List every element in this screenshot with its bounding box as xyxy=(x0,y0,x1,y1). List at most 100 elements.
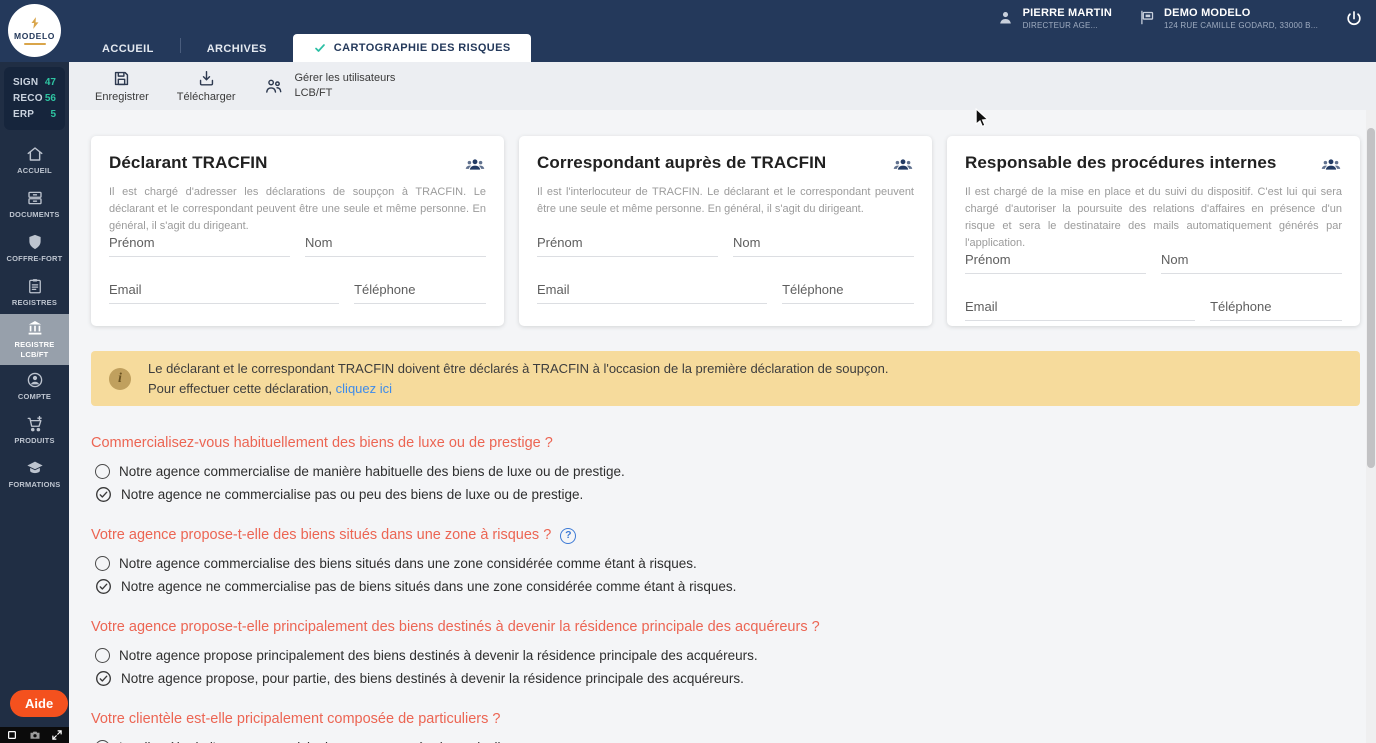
radio-unchecked-icon xyxy=(95,556,110,571)
main-tabs: ACCUEIL ARCHIVES CARTOGRAPHIE DES RISQUES xyxy=(76,32,531,62)
input-prenom[interactable]: Prénom xyxy=(965,252,1146,274)
tab-label: ARCHIVES xyxy=(207,43,267,55)
help-icon[interactable]: ? xyxy=(560,528,576,544)
radio-option[interactable]: Notre agence commercialise de manière ha… xyxy=(95,462,1360,481)
radio-option[interactable]: Notre agence ne commercialise pas de bie… xyxy=(95,577,1360,596)
user-name: PIERRE MARTIN xyxy=(1023,7,1112,20)
question-title: Votre agence propose-t-elle principaleme… xyxy=(91,618,1360,637)
radio-option[interactable]: Notre agence propose, pour partie, des b… xyxy=(95,669,1360,688)
sidebar-item-coffre-fort[interactable]: COFFRE-FORT xyxy=(0,226,69,270)
tracfin-cards: Déclarant TRACFINIl est chargé d'adresse… xyxy=(91,136,1360,326)
radio-option[interactable]: Notre agence ne commercialise pas ou peu… xyxy=(95,485,1360,504)
radio-checked-icon xyxy=(95,578,112,595)
logout-button[interactable] xyxy=(1344,9,1364,29)
info-icon: i xyxy=(109,368,131,390)
counter-reco: RECO56 xyxy=(13,91,56,107)
option-label: La clientèle de l'agence est pricipaleme… xyxy=(119,738,523,743)
radio-option[interactable]: Notre agence commercialise des biens sit… xyxy=(95,554,1360,573)
input-email[interactable]: Email xyxy=(537,282,767,304)
sidebar-item-accueil[interactable]: ACCUEIL xyxy=(0,138,69,182)
camera-icon[interactable] xyxy=(29,729,41,741)
sidebar-item-registres[interactable]: REGISTRES xyxy=(0,270,69,314)
card-correspondant-aupres-de-tracfin: Correspondant auprès de TRACFINIl est l'… xyxy=(519,136,932,326)
graduation-icon xyxy=(26,459,44,477)
main-content: Déclarant TRACFINIl est chargé d'adresse… xyxy=(69,110,1366,743)
top-bar: MODELO ACCUEIL ARCHIVES CARTOGRAPHIE DES R… xyxy=(0,0,1376,62)
save-icon xyxy=(112,69,131,88)
input-telephone[interactable]: Téléphone xyxy=(354,282,486,304)
card-description: Il est l'interlocuteur de TRACFIN. Le dé… xyxy=(537,184,914,218)
info-banner: i Le déclarant et le correspondant TRACF… xyxy=(91,351,1360,406)
sidebar-item-documents[interactable]: DOCUMENTS xyxy=(0,182,69,226)
toolbar: Enregistrer Télécharger Gérer les utilisat… xyxy=(69,62,1376,110)
input-email[interactable]: Email xyxy=(109,282,339,304)
sidebar-item-formations[interactable]: FORMATIONS xyxy=(0,453,69,497)
banner-text: Le déclarant et le correspondant TRACFIN… xyxy=(148,359,889,399)
toolbar-button-label: Télécharger xyxy=(177,91,236,103)
option-label: Notre agence ne commercialise pas de bie… xyxy=(121,577,736,596)
option-label: Notre agence propose, pour partie, des b… xyxy=(121,669,744,688)
sidebar-item-produits[interactable]: PRODUITS xyxy=(0,409,69,453)
option-label: Notre agence propose principalement des … xyxy=(119,646,758,665)
input-nom[interactable]: Nom xyxy=(733,235,914,257)
input-prenom[interactable]: Prénom xyxy=(109,235,290,257)
stop-square-icon[interactable] xyxy=(6,729,18,741)
sidebar-item-label: FORMATIONS xyxy=(9,480,61,490)
question: Votre clientèle est-elle pricipalement c… xyxy=(91,710,1360,743)
sidebar-item-label: DOCUMENTS xyxy=(9,210,59,220)
counter-label: ERP xyxy=(13,107,34,123)
field-label: Nom xyxy=(1161,252,1188,267)
help-button[interactable]: Aide xyxy=(10,690,68,717)
capture-bar xyxy=(0,727,69,743)
option-label: Notre agence commercialise de manière ha… xyxy=(119,462,625,481)
input-nom[interactable]: Nom xyxy=(1161,252,1342,274)
field-label: Nom xyxy=(305,235,332,250)
card-declarant-tracfin: Déclarant TRACFINIl est chargé d'adresse… xyxy=(91,136,504,326)
user-info[interactable]: PIERRE MARTIN DIRECTEUR AGE... xyxy=(997,7,1112,31)
counters-panel: SIGN47RECO56ERP5 xyxy=(4,67,65,130)
field-label: Téléphone xyxy=(782,282,843,297)
input-email[interactable]: Email xyxy=(965,299,1195,321)
topbar-right: PIERRE MARTIN DIRECTEUR AGE... DEMO MODE… xyxy=(997,7,1364,31)
input-nom[interactable]: Nom xyxy=(305,235,486,257)
estate-sign-icon xyxy=(1138,9,1155,26)
banner-link[interactable]: cliquez ici xyxy=(336,381,392,396)
input-prenom[interactable]: Prénom xyxy=(537,235,718,257)
card-description: Il est chargé de la mise en place et du … xyxy=(965,184,1342,252)
expand-icon[interactable] xyxy=(51,729,63,741)
field-label: Nom xyxy=(733,235,760,250)
tab-archives[interactable]: ARCHIVES xyxy=(181,35,293,62)
clipboard-icon xyxy=(26,277,44,295)
tab-cartographie-des-risques[interactable]: CARTOGRAPHIE DES RISQUES xyxy=(293,34,531,62)
agency-info[interactable]: DEMO MODELO 124 RUE CAMILLE GODARD, 3300… xyxy=(1138,7,1318,31)
sidebar-item-label: PRODUITS xyxy=(14,436,54,446)
scrollbar-thumb[interactable] xyxy=(1367,128,1375,468)
option-label: Notre agence commercialise des biens sit… xyxy=(119,554,697,573)
toolbar-button-enregistrer[interactable]: Enregistrer xyxy=(84,66,160,106)
radio-option[interactable]: La clientèle de l'agence est pricipaleme… xyxy=(95,738,1360,743)
tab-accueil[interactable]: ACCUEIL xyxy=(76,35,180,62)
sidebar-item-compte[interactable]: COMPTE xyxy=(0,365,69,409)
sidebar-item-registre-lcb-ft[interactable]: REGISTRELCB/FT xyxy=(0,314,69,365)
field-label: Téléphone xyxy=(1210,299,1271,314)
question-title: Votre agence propose-t-elle des biens si… xyxy=(91,526,1360,545)
counter-label: RECO xyxy=(13,91,43,107)
banner-line1: Le déclarant et le correspondant TRACFIN… xyxy=(148,359,889,379)
logo-mark-icon xyxy=(27,16,43,30)
counter-sign: SIGN47 xyxy=(13,75,56,91)
toolbar-button-gerer-les-utilisateurs[interactable]: Gérer les utilisateursLCB/FT xyxy=(253,68,407,105)
question: Commercialisez-vous habituellement des b… xyxy=(91,434,1360,504)
radio-option[interactable]: Notre agence propose principalement des … xyxy=(95,646,1360,665)
field-label: Email xyxy=(965,299,998,314)
counter-erp: ERP5 xyxy=(13,107,56,123)
app-logo[interactable]: MODELO xyxy=(8,4,61,57)
field-label: Prénom xyxy=(537,235,583,250)
card-title: Responsable des procédures internes xyxy=(965,153,1277,173)
scrollbar-track[interactable] xyxy=(1366,110,1376,743)
input-telephone[interactable]: Téléphone xyxy=(1210,299,1342,321)
input-telephone[interactable]: Téléphone xyxy=(782,282,914,304)
field-label: Email xyxy=(537,282,570,297)
card-responsable-des-procedures-internes: Responsable des procédures internes Il es… xyxy=(947,136,1360,326)
field-label: Prénom xyxy=(109,235,155,250)
toolbar-button-telecharger[interactable]: Télécharger xyxy=(166,66,247,106)
